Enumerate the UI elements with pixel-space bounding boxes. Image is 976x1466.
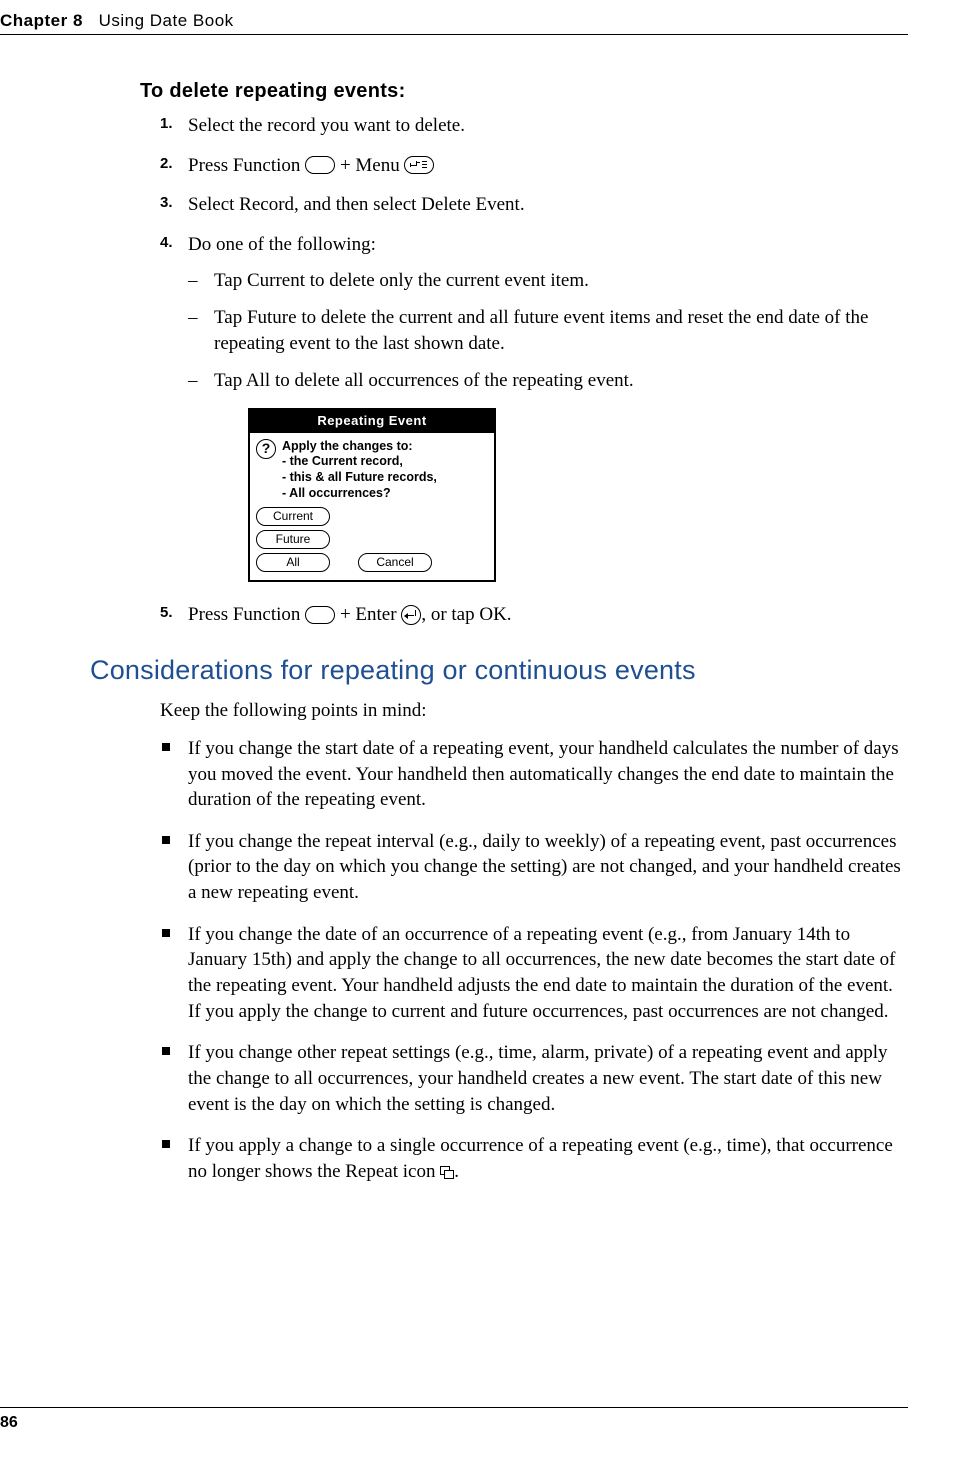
dialog-title: Repeating Event xyxy=(250,410,494,433)
cancel-button[interactable]: Cancel xyxy=(358,553,432,572)
repeat-icon xyxy=(440,1166,454,1178)
step-2: 2. Press Function + Menu xyxy=(160,153,908,179)
step-text-post: , or tap OK. xyxy=(421,604,511,625)
dialog-message: Apply the changes to: - the Current reco… xyxy=(282,439,437,502)
step-text-mid: + Enter xyxy=(340,604,401,625)
section-heading: Considerations for repeating or continuo… xyxy=(90,652,908,688)
step-text: Select Record, and then select Delete Ev… xyxy=(188,194,525,215)
enter-key-icon xyxy=(401,605,421,625)
footer-rule xyxy=(0,1407,908,1408)
step-5: 5. Press Function + Enter , or tap OK. xyxy=(160,602,908,628)
menu-key-icon xyxy=(404,156,434,174)
question-icon: ? xyxy=(256,439,276,459)
chapter-label: Chapter 8 xyxy=(0,11,83,30)
step-list: 1. Select the record you want to delete.… xyxy=(160,113,908,628)
list-item: If you change the repeat interval (e.g.,… xyxy=(160,829,908,906)
repeating-event-dialog: Repeating Event ? Apply the changes to: … xyxy=(248,408,496,582)
step-text-pre: Press Function xyxy=(188,604,305,625)
section-intro: Keep the following points in mind: xyxy=(160,698,908,724)
current-button[interactable]: Current xyxy=(256,507,330,526)
list-item: If you change the start date of a repeat… xyxy=(160,736,908,813)
substep-all: –Tap All to delete all occurrences of th… xyxy=(188,368,908,394)
list-item: If you change other repeat settings (e.g… xyxy=(160,1040,908,1117)
step-text-mid: + Menu xyxy=(340,155,405,176)
considerations-list: If you change the start date of a repeat… xyxy=(160,736,908,1185)
list-item: If you apply a change to a single occurr… xyxy=(160,1133,908,1184)
future-button[interactable]: Future xyxy=(256,530,330,549)
step-4: 4. Do one of the following: –Tap Current… xyxy=(160,232,908,582)
step-number: 1. xyxy=(160,114,173,134)
step-number: 4. xyxy=(160,233,173,253)
step-1: 1. Select the record you want to delete. xyxy=(160,113,908,139)
procedure-title: To delete repeating events: xyxy=(140,78,908,105)
step-number: 3. xyxy=(160,193,173,213)
function-key-icon xyxy=(305,156,335,174)
step-number: 2. xyxy=(160,154,173,174)
substep-current: –Tap Current to delete only the current … xyxy=(188,268,908,294)
function-key-icon xyxy=(305,606,335,624)
step-text-pre: Press Function xyxy=(188,155,305,176)
list-item: If you change the date of an occurrence … xyxy=(160,922,908,1025)
step-text: Do one of the following: xyxy=(188,234,376,255)
all-button[interactable]: All xyxy=(256,553,330,572)
page-number: 86 xyxy=(0,1412,18,1434)
step-text: Select the record you want to delete. xyxy=(188,115,465,136)
step-number: 5. xyxy=(160,603,173,623)
step-3: 3. Select Record, and then select Delete… xyxy=(160,192,908,218)
substep-future: –Tap Future to delete the current and al… xyxy=(188,305,908,356)
